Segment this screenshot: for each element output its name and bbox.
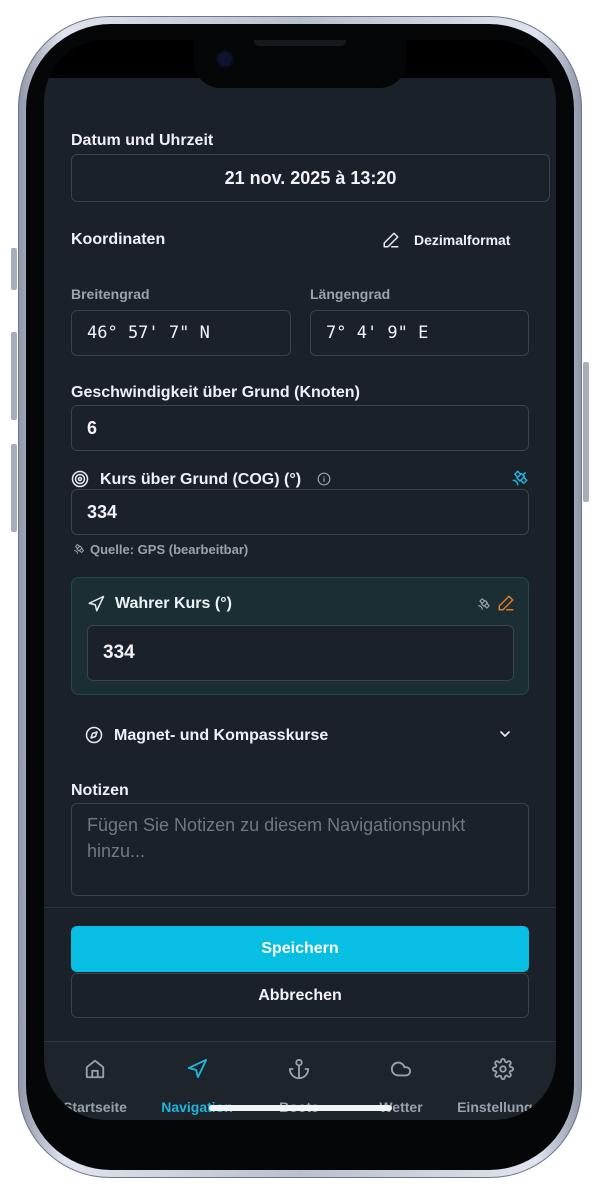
screen: Datum und Uhrzeit 21 nov. 2025 à 13:20 K… — [44, 40, 556, 1120]
home-icon — [85, 1059, 105, 1079]
form-divider — [44, 907, 556, 908]
notes-textarea[interactable]: Fügen Sie Notizen zu diesem Navigationsp… — [71, 803, 529, 896]
true-course-label: Wahrer Kurs (°) — [115, 595, 232, 612]
tab-label: Startseite — [63, 1099, 127, 1115]
home-indicator[interactable] — [209, 1105, 392, 1111]
sog-label: Geschwindigkeit über Grund (Knoten) — [71, 384, 360, 401]
cog-label: Kurs über Grund (COG) (°) — [100, 471, 302, 488]
volume-down-button — [11, 444, 17, 532]
cloud-icon — [390, 1061, 412, 1077]
compass-icon — [85, 726, 103, 744]
cancel-button[interactable]: Abbrechen — [71, 973, 529, 1018]
target-icon — [71, 470, 89, 488]
satellite-small-icon — [74, 544, 84, 554]
navigation-entry-form: Datum und Uhrzeit 21 nov. 2025 à 13:20 K… — [44, 78, 556, 1120]
datetime-field[interactable]: 21 nov. 2025 à 13:20 — [71, 154, 550, 202]
chevron-down-icon — [500, 731, 510, 737]
navigation-arrow-icon — [88, 595, 105, 612]
magnetic-courses-label: Magnet- und Kompasskurse — [114, 727, 329, 744]
longitude-input[interactable]: 7° 4' 9" E — [310, 310, 529, 356]
front-camera — [218, 52, 232, 66]
tab-label: Einstellungen — [457, 1099, 549, 1115]
longitude-label: Längengrad — [310, 286, 391, 302]
volume-up-button — [11, 332, 17, 420]
speaker — [254, 40, 346, 46]
magnetic-courses-toggle[interactable]: Magnet- und Kompasskurse — [71, 715, 529, 755]
notch — [194, 40, 406, 88]
true-course-input[interactable]: 334 — [87, 625, 514, 681]
pencil-icon — [383, 232, 399, 248]
latitude-label: Breitengrad — [71, 286, 150, 302]
format-toggle-button[interactable]: Dezimalformat — [380, 228, 530, 252]
gear-icon — [492, 1058, 514, 1080]
power-button — [583, 362, 589, 502]
coordinates-label: Koordinaten — [71, 231, 166, 248]
anchor-icon — [288, 1058, 310, 1080]
datetime-value: 21 nov. 2025 à 13:20 — [224, 167, 397, 188]
edit-icon[interactable] — [497, 594, 515, 612]
tab-einstellungen[interactable]: Einstellungen — [452, 1042, 554, 1120]
save-button[interactable]: Speichern — [71, 926, 529, 972]
satellite-off-icon[interactable] — [477, 597, 491, 611]
satellite-icon[interactable] — [511, 469, 529, 487]
cog-input[interactable]: 334 — [71, 489, 529, 535]
sog-input[interactable]: 6 — [71, 405, 529, 451]
navigation-icon — [187, 1058, 208, 1079]
format-toggle-label: Dezimalformat — [414, 232, 511, 248]
latitude-input[interactable]: 46° 57' 7" N — [71, 310, 291, 356]
tab-startseite[interactable]: Startseite — [44, 1042, 146, 1120]
silent-switch — [11, 248, 17, 290]
info-icon[interactable] — [317, 472, 331, 486]
true-course-card: Wahrer Kurs (°) 334 — [71, 577, 529, 695]
notes-label: Notizen — [71, 782, 129, 799]
datetime-label: Datum und Uhrzeit — [71, 132, 214, 149]
cog-source-text: Quelle: GPS (bearbeitbar) — [90, 542, 249, 557]
